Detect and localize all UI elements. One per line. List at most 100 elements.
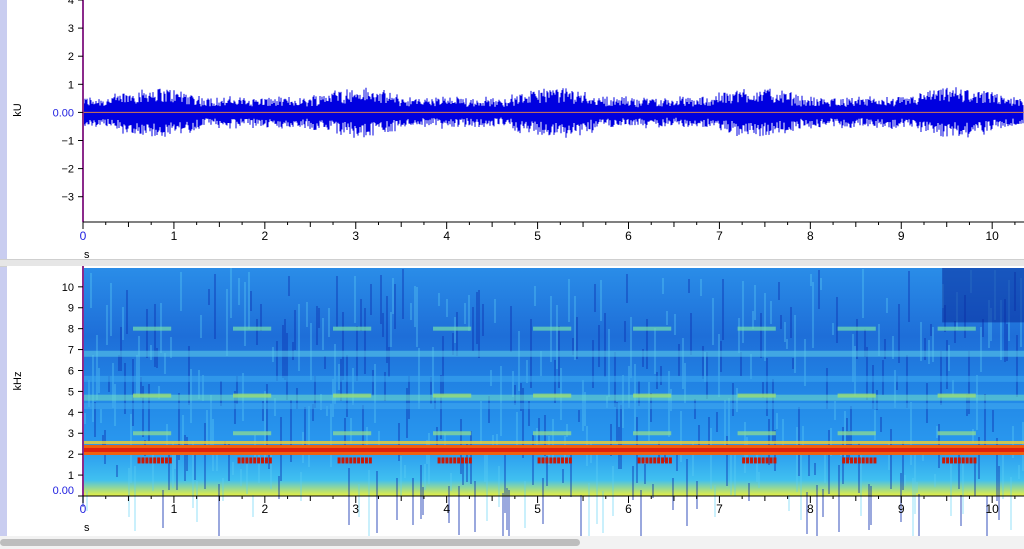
waveform-y-tick-label: 4 (68, 0, 74, 7)
waveform-x-tick-label: 0 (80, 229, 87, 243)
spectrogram-pulse (449, 457, 453, 464)
spectrogram-pulse (853, 457, 857, 464)
spectrogram-pulse (461, 457, 465, 464)
waveform-y-tick-label: −3 (61, 192, 74, 204)
spectrogram-pulse (661, 457, 665, 464)
spectrogram-pulse (953, 457, 957, 464)
spectrogram-pulse (368, 457, 372, 464)
waveform-x-tick-label: 4 (443, 229, 450, 243)
spectrogram-pulse-harmonic (433, 393, 472, 398)
spectrogram-pulse-harmonic (837, 393, 876, 398)
spectrogram-harmonic-band (83, 403, 1024, 410)
spectrogram-pulse (842, 457, 846, 464)
spectrogram-pulse (641, 457, 645, 464)
spectrogram-pulse (869, 457, 873, 464)
spectrogram-pulse-harmonic (333, 431, 372, 436)
spectrogram-tone-band-core (83, 447, 1024, 452)
spectrogram-pulse (241, 457, 245, 464)
spectrogram-y-tick-label: 0.00 (53, 485, 74, 497)
waveform-x-tick-label: 1 (171, 229, 178, 243)
waveform-y-tick-label: 2 (68, 51, 74, 63)
spectrogram-pulse (353, 457, 357, 464)
spectrogram-pulse-harmonic (333, 393, 372, 398)
spectrogram-pulse (453, 457, 457, 464)
waveform-x-tick-label: 6 (625, 229, 632, 243)
spectrogram-x-tick-label: 9 (898, 502, 905, 516)
waveform-y-tick-label: 0.00 (53, 107, 74, 119)
spectrogram-pulse (457, 457, 461, 464)
spectrogram-x-unit-label: s (84, 522, 90, 534)
waveform-x-tick-label: 10 (985, 229, 999, 243)
horizontal-scrollbar-thumb[interactable] (0, 539, 580, 546)
spectrogram-pulse (861, 457, 865, 464)
spectrogram-x-tick-label: 0 (80, 502, 87, 516)
spectrogram-pulse (337, 457, 341, 464)
spectrogram-y-tick-label: 9 (68, 303, 74, 315)
spectrogram-pulse (545, 457, 549, 464)
spectrogram-y-tick-label: 3 (68, 428, 74, 440)
spectrogram-pulse (846, 457, 850, 464)
waveform-y-tick-label: −1 (61, 136, 74, 148)
spectrogram-pulse (168, 457, 172, 464)
waveform-plot[interactable]: kU s 4 3 2 1 0.00 −1 −2 −3 0 1 2 3 4 5 6 7 8 9 10 (7, 0, 1024, 259)
spectrogram-pulse-harmonic (937, 393, 976, 398)
spectrogram-pulse (561, 457, 565, 464)
spectrogram-pulse (257, 457, 261, 464)
spectrogram-y-unit-label: kHz (12, 372, 24, 391)
spectrogram-pulse-harmonic (433, 431, 472, 436)
spectrogram-pulse-harmonic (233, 393, 272, 398)
spectrogram-pulse (965, 457, 969, 464)
spectrogram-x-tick-label: 8 (807, 502, 814, 516)
spectrogram-x-tick-label: 7 (716, 502, 723, 516)
spectrogram-pulse (237, 457, 241, 464)
spectrogram-x-tick-label: 6 (625, 502, 632, 516)
spectrogram-pulse (865, 457, 869, 464)
spectrogram-y-tick-label: 7 (68, 345, 74, 357)
spectrogram-pulse-harmonic (633, 326, 672, 331)
spectrogram-pulse-harmonic (533, 326, 572, 331)
spectrogram-pulse (973, 457, 977, 464)
spectrogram-pulse (949, 457, 953, 464)
spectrogram-pulse (961, 457, 965, 464)
spectrogram-pulse (873, 457, 877, 464)
spectrogram-pulse-harmonic (133, 431, 172, 436)
spectrogram-pulse-harmonic (233, 326, 272, 331)
waveform-panel[interactable]: kU s 4 3 2 1 0.00 −1 −2 −3 0 1 2 3 4 5 6 7 8 9 10 (7, 0, 1024, 259)
spectrogram-pulse (145, 457, 149, 464)
spectrogram-pulse-harmonic (433, 326, 472, 331)
waveform-x-tick-label: 8 (807, 229, 814, 243)
spectrogram-x-tick-label: 5 (534, 502, 541, 516)
spectrogram-pulse (157, 457, 161, 464)
spectrogram-pulse (769, 457, 773, 464)
spectrogram-pulse (637, 457, 641, 464)
spectrogram-pulse (468, 457, 472, 464)
spectrogram-pulse (141, 457, 145, 464)
waveform-x-tick-label: 2 (261, 229, 268, 243)
spectrogram-pulse (268, 457, 272, 464)
spectrogram-pulse (441, 457, 445, 464)
spectrogram-plot[interactable]: kHz s 10 9 8 7 6 5 4 3 2 1 0.00 0 1 2 3 4 5 6 7 8 9 10 (7, 266, 1024, 536)
spectrogram-pulse-harmonic (937, 326, 976, 331)
spectrogram-pulse (746, 457, 750, 464)
waveform-y-tick-label: −2 (61, 164, 74, 176)
spectrogram-panel[interactable]: kHz s 10 9 8 7 6 5 4 3 2 1 0.00 0 1 2 3 4 5 6 7 8 9 10 (7, 266, 1024, 536)
spectrogram-pulse (645, 457, 649, 464)
spectrogram-pulse (364, 457, 368, 464)
spectrogram-pulse (153, 457, 157, 464)
spectrogram-pulse (765, 457, 769, 464)
spectrogram-dark-region (942, 268, 1024, 323)
spectrogram-pulse-harmonic (333, 326, 372, 331)
spectrogram-pulse (753, 457, 757, 464)
spectrogram-pulse-harmonic (233, 431, 272, 436)
spectrogram-x-tick-label: 10 (985, 502, 999, 516)
spectrogram-pulse (668, 457, 672, 464)
waveform-y-unit-label: kU (12, 103, 24, 117)
spectrogram-pulse (564, 457, 568, 464)
spectrogram-pulse (345, 457, 349, 464)
spectrogram-y-tick-label: 5 (68, 386, 74, 398)
spectrogram-pulse (969, 457, 973, 464)
spectrogram-pulse (437, 457, 441, 464)
spectrogram-pulse (857, 457, 861, 464)
spectrogram-pulse-harmonic (737, 393, 776, 398)
spectrogram-pulse (245, 457, 249, 464)
